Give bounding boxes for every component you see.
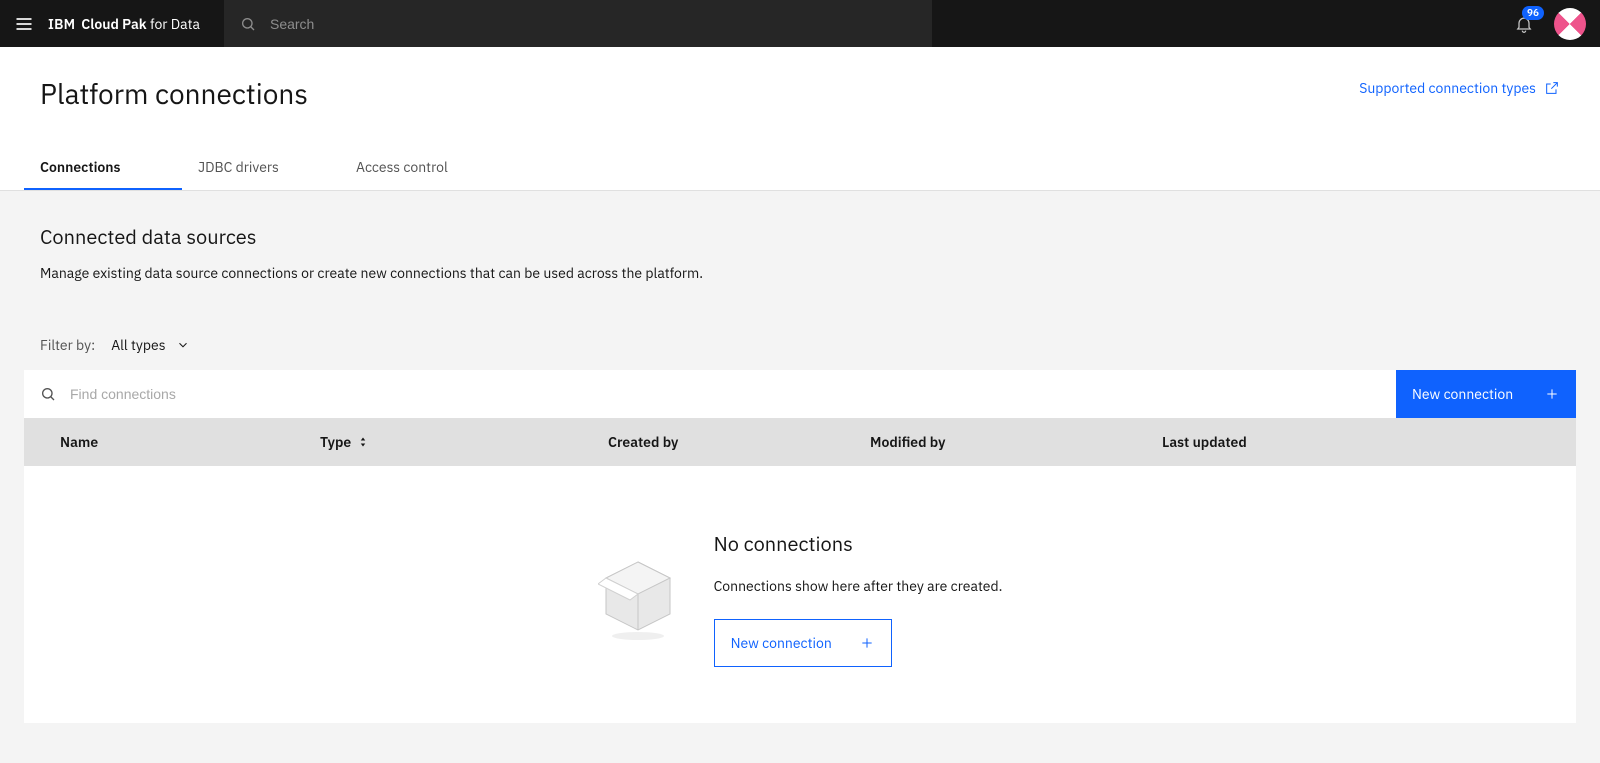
page-title: Platform connections: [40, 75, 308, 112]
brand-product: Cloud Pak for Data: [81, 15, 200, 33]
brand: IBM Cloud Pak for Data: [48, 15, 224, 33]
column-last-updated[interactable]: Last updated: [1162, 433, 1552, 451]
tab-connections[interactable]: Connections: [24, 146, 182, 190]
table-header: Name Type Created by Modified by Last up…: [24, 418, 1576, 466]
sort-icon: [357, 436, 369, 448]
table-search[interactable]: [40, 370, 1396, 418]
content: Connected data sources Manage existing d…: [0, 191, 1600, 763]
empty-state: No connections Connections show here aft…: [24, 466, 1576, 723]
top-bar: IBM Cloud Pak for Data 96: [0, 0, 1600, 47]
hamburger-icon: [14, 14, 34, 34]
plus-icon: [859, 635, 875, 651]
column-name[interactable]: Name: [60, 433, 320, 451]
new-connection-button[interactable]: New connection: [1396, 370, 1576, 418]
search-icon: [40, 386, 56, 402]
empty-title: No connections: [714, 530, 853, 557]
filter-label: Filter by:: [40, 336, 95, 354]
search-icon: [240, 16, 256, 32]
filter-row: Filter by: All types: [40, 330, 1560, 360]
new-connection-label: New connection: [1412, 385, 1513, 403]
supported-connection-types-link[interactable]: Supported connection types: [1359, 79, 1560, 97]
section-title: Connected data sources: [40, 223, 1560, 250]
filter-type-select[interactable]: All types: [107, 330, 193, 360]
section-description: Manage existing data source connections …: [40, 264, 1560, 282]
empty-new-connection-button[interactable]: New connection: [714, 619, 892, 667]
box-icon: [598, 556, 678, 642]
filter-selected-value: All types: [111, 336, 165, 354]
empty-text: No connections Connections show here aft…: [714, 530, 1003, 667]
column-modified-by[interactable]: Modified by: [870, 433, 1162, 451]
column-type[interactable]: Type: [320, 433, 608, 451]
plus-icon: [1544, 386, 1560, 402]
empty-new-connection-label: New connection: [731, 634, 832, 652]
page-header: Platform connections Supported connectio…: [0, 47, 1600, 112]
external-link-icon: [1544, 80, 1560, 96]
tab-jdbc-drivers[interactable]: JDBC drivers: [182, 146, 340, 190]
column-type-label: Type: [320, 433, 351, 451]
avatar[interactable]: [1554, 8, 1586, 40]
global-search[interactable]: [224, 0, 932, 47]
column-created-by[interactable]: Created by: [608, 433, 870, 451]
empty-description: Connections show here after they are cre…: [714, 577, 1003, 595]
global-search-input[interactable]: [268, 15, 916, 33]
chevron-down-icon: [176, 338, 190, 352]
table-search-input[interactable]: [68, 385, 1396, 403]
table-toolbar: New connection: [24, 370, 1576, 418]
tab-access-control[interactable]: Access control: [340, 146, 498, 190]
tabs: Connections JDBC drivers Access control: [0, 146, 1600, 191]
brand-company: IBM: [48, 15, 75, 33]
notification-badge: 96: [1522, 6, 1544, 20]
topbar-right: 96: [1500, 0, 1600, 47]
notifications-button[interactable]: 96: [1500, 0, 1548, 47]
empty-illustration: [598, 556, 678, 642]
menu-button[interactable]: [0, 0, 48, 47]
supported-connection-types-label: Supported connection types: [1359, 79, 1536, 97]
